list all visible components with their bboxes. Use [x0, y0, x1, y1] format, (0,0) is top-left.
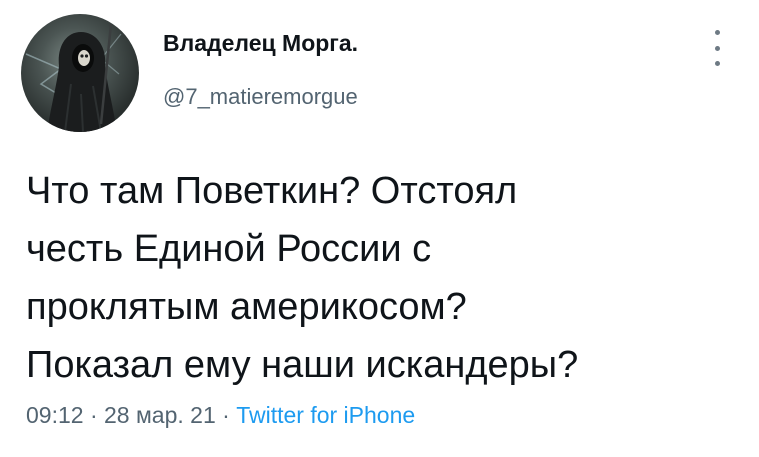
tweet-card: Владелец Морга. @7_matieremorgue Что там…: [0, 0, 759, 457]
tweet-time[interactable]: 09:12: [26, 402, 84, 428]
tweet-text-line: честь Единой России с: [26, 228, 432, 270]
grim-reaper-avatar-icon: [25, 23, 122, 132]
avatar[interactable]: [21, 14, 139, 132]
more-vertical-icon: [714, 61, 720, 66]
more-vertical-icon: [714, 45, 720, 51]
author-handle[interactable]: @7_matieremorgue: [163, 84, 358, 110]
more-vertical-icon: [714, 30, 720, 35]
tweet-text: Что там Поветкин? Отстоял честь Единой Р…: [26, 162, 726, 394]
meta-separator: ·: [89, 402, 98, 428]
tweet-source-link[interactable]: Twitter for iPhone: [236, 402, 415, 428]
meta-separator: ·: [222, 402, 230, 428]
tweet-metadata: 09:12 · 28 мар. 21 · Twitter for iPhone: [26, 402, 415, 429]
tweet-date[interactable]: 28 мар. 21: [104, 402, 216, 428]
more-options-button[interactable]: [707, 30, 727, 66]
tweet-text-line: проклятым америкосом?: [26, 286, 467, 328]
tweet-text-line: Что там Поветкин? Отстоял: [26, 170, 518, 212]
tweet-text-line: Показал ему наши искандеры?: [26, 344, 579, 386]
author-display-name[interactable]: Владелец Морга.: [163, 30, 358, 57]
